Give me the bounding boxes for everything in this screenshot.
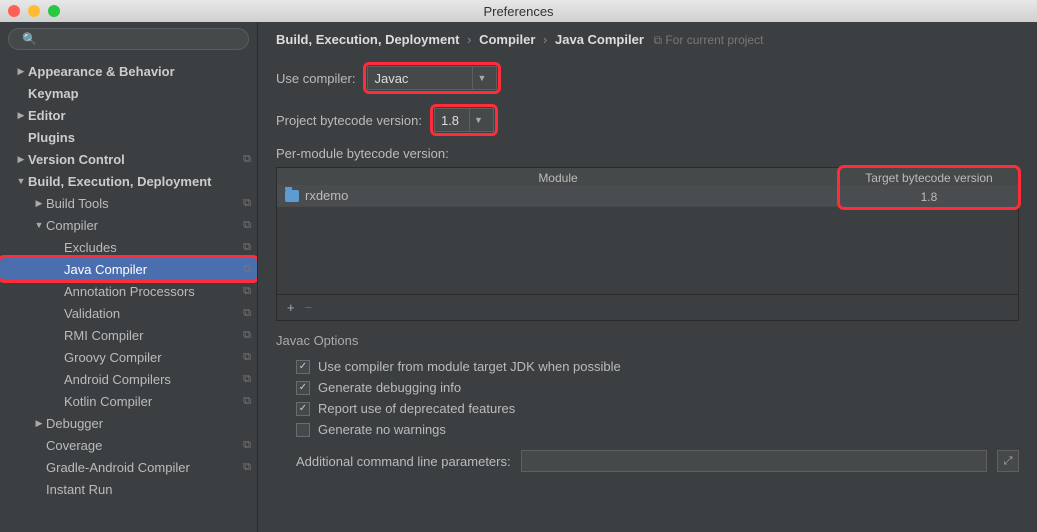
tree-item[interactable]: ▶Appearance & Behavior xyxy=(0,60,257,82)
copy-icon: ⧉ xyxy=(243,439,251,452)
search-input[interactable] xyxy=(8,28,249,50)
javac-options-title: Javac Options xyxy=(276,333,1019,348)
minimize-icon[interactable] xyxy=(28,5,40,17)
expand-button[interactable]: ⤢ xyxy=(997,450,1019,472)
tree-item[interactable]: Kotlin Compiler⧉ xyxy=(0,390,257,412)
tree-item[interactable]: ▶Editor xyxy=(0,104,257,126)
window-title: Preferences xyxy=(483,4,553,19)
checkbox[interactable]: ✓ xyxy=(296,360,310,374)
checkbox[interactable]: ✓ xyxy=(296,381,310,395)
copy-icon: ⧉ xyxy=(243,373,251,386)
tree-item[interactable]: ▶Build Tools⧉ xyxy=(0,192,257,214)
tree-item[interactable]: Instant Run xyxy=(0,478,257,500)
add-button[interactable]: + xyxy=(287,300,295,315)
arrow-icon: ▼ xyxy=(14,176,28,186)
chevron-down-icon: ▼ xyxy=(469,109,487,131)
arrow-icon: ▶ xyxy=(32,198,46,209)
copy-icon: ⧉ xyxy=(243,285,251,298)
copy-icon: ⧉ xyxy=(243,329,251,342)
copy-icon: ⧉ xyxy=(243,307,251,320)
module-bytecode-table: Module Target bytecode version 1.8 rxdem… xyxy=(276,167,1019,321)
checkbox[interactable] xyxy=(296,423,310,437)
remove-button: − xyxy=(305,300,313,315)
per-module-label: Per-module bytecode version: xyxy=(276,146,1019,161)
settings-tree: ▶Appearance & BehaviorKeymap▶EditorPlugi… xyxy=(0,56,257,532)
module-icon xyxy=(285,190,299,202)
use-compiler-select[interactable]: Javac ▼ xyxy=(367,66,497,90)
tree-item[interactable]: Gradle-Android Compiler⧉ xyxy=(0,456,257,478)
use-compiler-label: Use compiler: xyxy=(276,71,355,86)
bytecode-version-select[interactable]: 1.8 ▼ xyxy=(434,108,494,132)
maximize-icon[interactable] xyxy=(48,5,60,17)
chevron-down-icon: ▼ xyxy=(472,67,490,89)
tree-item[interactable]: Validation⧉ xyxy=(0,302,257,324)
checkbox-row[interactable]: ✓Use compiler from module target JDK whe… xyxy=(276,356,1019,377)
arrow-icon: ▶ xyxy=(14,66,28,77)
copy-icon: ⧉ xyxy=(243,197,251,210)
checkbox-row[interactable]: ✓Generate debugging info xyxy=(276,377,1019,398)
tree-item[interactable]: Annotation Processors⧉ xyxy=(0,280,257,302)
tree-item[interactable]: ▶Version Control⧉ xyxy=(0,148,257,170)
copy-icon: ⧉ xyxy=(243,241,251,254)
params-input[interactable] xyxy=(521,450,987,472)
tree-item[interactable]: Excludes⧉ xyxy=(0,236,257,258)
arrow-icon: ▼ xyxy=(32,220,46,230)
tree-item[interactable]: ▼Build, Execution, Deployment xyxy=(0,170,257,192)
bytecode-version-label: Project bytecode version: xyxy=(276,113,422,128)
checkbox-row[interactable]: Generate no warnings xyxy=(276,419,1019,440)
project-hint: ⧉ For current project xyxy=(654,33,764,47)
search-box: 🔍 xyxy=(8,28,249,50)
table-header-target: Target bytecode version 1.8 xyxy=(840,168,1018,207)
tree-item[interactable]: RMI Compiler⧉ xyxy=(0,324,257,346)
checkbox-row[interactable]: ✓Report use of deprecated features xyxy=(276,398,1019,419)
tree-item[interactable]: Groovy Compiler⧉ xyxy=(0,346,257,368)
arrow-icon: ▶ xyxy=(14,154,28,165)
close-icon[interactable] xyxy=(8,5,20,17)
copy-icon: ⧉ xyxy=(243,153,251,166)
sidebar: 🔍 ▶Appearance & BehaviorKeymap▶EditorPlu… xyxy=(0,22,258,532)
params-label: Additional command line parameters: xyxy=(296,454,511,469)
copy-icon: ⧉ xyxy=(243,461,251,474)
checkbox[interactable]: ✓ xyxy=(296,402,310,416)
tree-item[interactable]: Plugins xyxy=(0,126,257,148)
tree-item[interactable]: Keymap xyxy=(0,82,257,104)
search-icon: 🔍 xyxy=(22,32,37,46)
breadcrumb: Build, Execution, Deployment › Compiler … xyxy=(276,32,1019,48)
tree-item[interactable]: ▶Debugger xyxy=(0,412,257,434)
copy-icon: ⧉ xyxy=(243,219,251,232)
copy-icon: ⧉ xyxy=(243,395,251,408)
arrow-icon: ▶ xyxy=(14,110,28,121)
arrow-icon: ▶ xyxy=(32,418,46,429)
titlebar: Preferences xyxy=(0,0,1037,22)
tree-item[interactable]: Android Compilers⧉ xyxy=(0,368,257,390)
tree-item[interactable]: Coverage⧉ xyxy=(0,434,257,456)
tree-item[interactable]: Java Compiler⧉ xyxy=(0,258,257,280)
tree-item[interactable]: ▼Compiler⧉ xyxy=(0,214,257,236)
content-panel: Build, Execution, Deployment › Compiler … xyxy=(258,22,1037,532)
copy-icon: ⧉ xyxy=(243,263,251,276)
copy-icon: ⧉ xyxy=(243,351,251,364)
